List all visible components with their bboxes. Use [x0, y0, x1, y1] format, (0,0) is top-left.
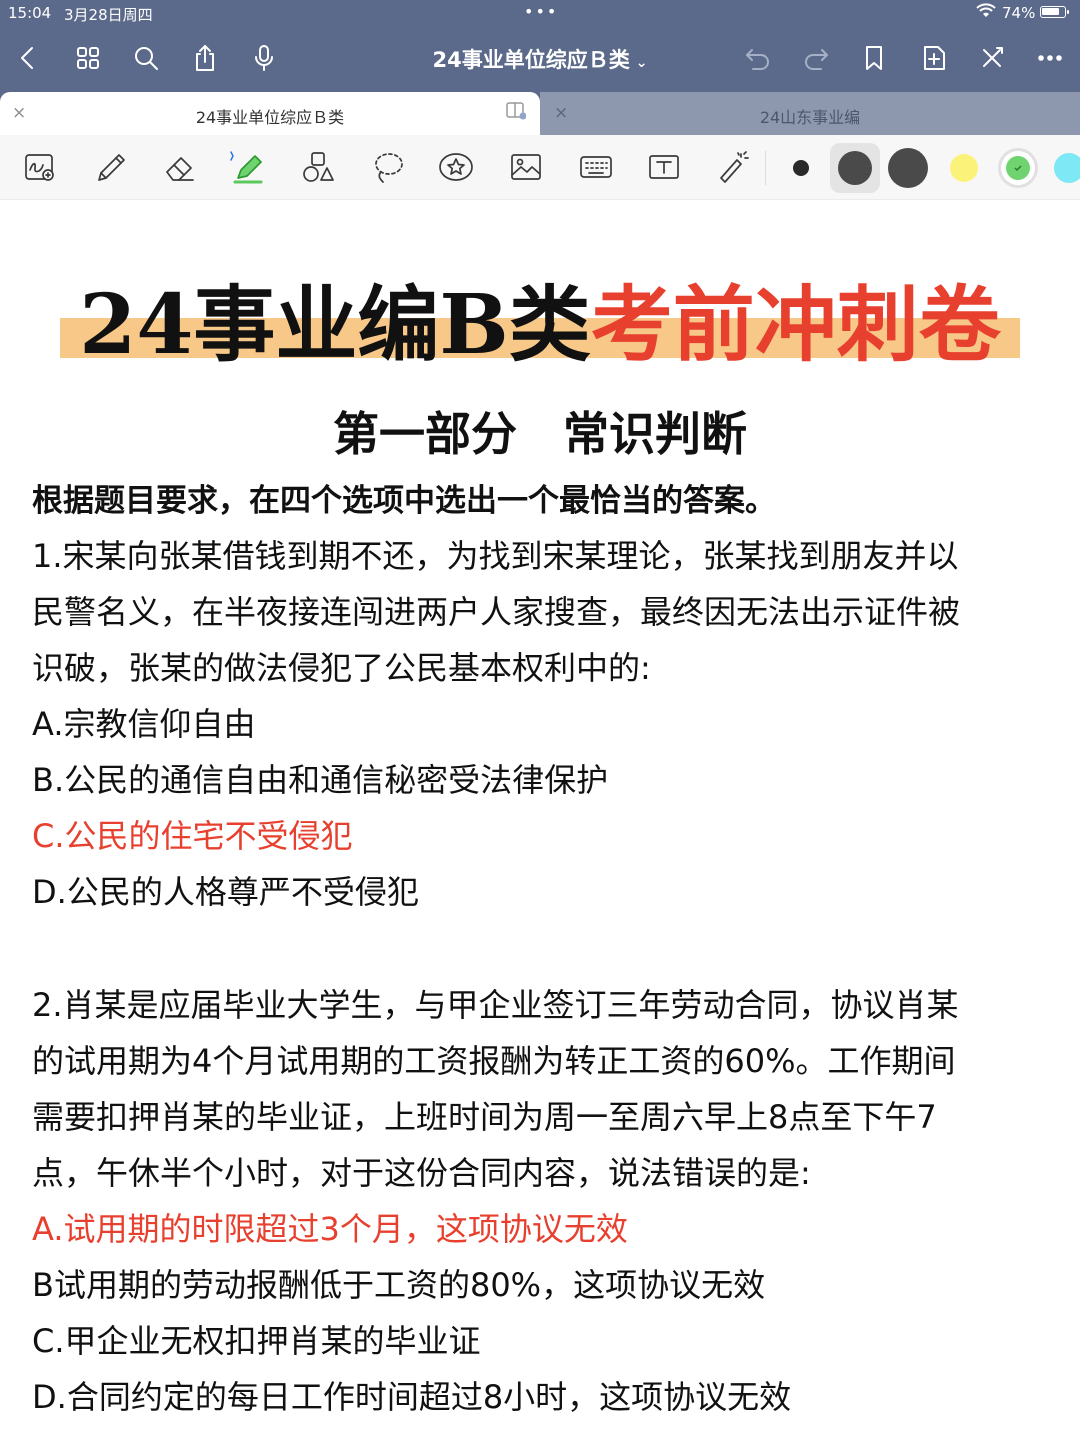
answer-option: C.甲企业无权扣押肖某的毕业证	[32, 1322, 481, 1360]
document-title: 24事业单位综应Ｂ类	[432, 48, 630, 72]
split-view-icon[interactable]	[506, 102, 526, 120]
chevron-down-icon: ⌄	[635, 55, 648, 71]
laser-pointer-icon[interactable]	[710, 147, 754, 187]
shapes-tool-icon[interactable]	[296, 147, 340, 187]
status-date: 3月28日周四	[64, 6, 153, 24]
app-chrome: 15:04 3月28日周四 ••• 74% 24事业单位综应Ｂ类 ⌄ × 24事…	[0, 0, 1080, 135]
handwriting-zoom-icon[interactable]	[18, 147, 62, 187]
question-text: 2.肖某是应届毕业大学生，与甲企业签订三年劳动合同，协议肖某	[32, 986, 959, 1024]
status-bar: 15:04 3月28日周四 ••• 74%	[0, 0, 1080, 28]
tab-label: 24事业单位综应Ｂ类	[195, 108, 345, 127]
battery-icon	[1040, 6, 1069, 18]
multitasking-dots[interactable]: •••	[524, 2, 558, 21]
microphone-icon[interactable]	[246, 40, 282, 76]
battery-percent: 74%	[1002, 4, 1036, 22]
wifi-icon	[976, 3, 996, 23]
grid-view-icon[interactable]	[70, 40, 106, 76]
section-title: 第一部分 常识判断	[333, 407, 747, 461]
add-page-icon[interactable]	[916, 40, 952, 76]
tab-inactive-document[interactable]: × 24山东事业编	[540, 92, 1080, 135]
text-box-tool-icon[interactable]	[642, 147, 686, 187]
answer-option: B.公民的通信自由和通信秘密受法律保护	[32, 761, 609, 799]
bookmark-icon[interactable]	[856, 40, 892, 76]
stroke-size-small[interactable]	[793, 160, 809, 176]
color-swatch-yellow[interactable]	[950, 154, 978, 182]
question-text: 需要扣押肖某的毕业证，上班时间为周一至周六早上8点至下午7	[32, 1098, 937, 1136]
close-sidebar-icon[interactable]	[974, 40, 1010, 76]
question-text: 民警名义，在半夜接连闯进两户人家搜查，最终因无法出示证件被	[32, 593, 961, 631]
page-title-part2: 考前冲刺卷	[590, 277, 1001, 373]
search-icon[interactable]	[128, 40, 164, 76]
status-time: 15:04	[8, 4, 52, 22]
stroke-size-large[interactable]	[888, 148, 928, 188]
tab-label: 24山东事业编	[759, 108, 861, 127]
tab-bar: × 24事业单位综应Ｂ类 × 24山东事业编	[0, 92, 1080, 135]
question-text: 点，午休半个小时，对于这份合同内容，说法错误的是:	[32, 1154, 811, 1192]
answer-option: A.宗教信仰自由	[32, 705, 256, 743]
color-swatch-green[interactable]	[998, 148, 1038, 188]
image-tool-icon[interactable]	[504, 147, 548, 187]
question-text: 的试用期为4个月试用期的工资报酬为转正工资的60%。工作期间	[32, 1042, 956, 1080]
page-title-part1: 24事业编B类	[79, 277, 591, 373]
page-title: 24事业编B类考前冲刺卷	[0, 270, 1080, 380]
check-icon	[1014, 165, 1022, 172]
answer-option-correct: A.试用期的时限超过3个月，这项协议无效	[32, 1210, 628, 1248]
question-text: 识破，张某的做法侵犯了公民基本权利中的:	[32, 649, 651, 687]
back-icon[interactable]	[10, 40, 46, 76]
redo-icon[interactable]	[798, 40, 834, 76]
toolbar-divider	[765, 151, 766, 185]
answer-option: B试用期的劳动报酬低于工资的80%，这项协议无效	[32, 1266, 766, 1304]
keyboard-tool-icon[interactable]	[574, 147, 618, 187]
highlighter-tool-icon[interactable]	[226, 147, 270, 187]
instruction-text: 根据题目要求，在四个选项中选出一个最恰当的答案。	[32, 483, 776, 519]
sticker-tool-icon[interactable]	[434, 147, 478, 187]
more-options-icon[interactable]	[1032, 40, 1068, 76]
pen-tool-icon[interactable]	[88, 147, 132, 187]
stroke-size-medium[interactable]	[838, 151, 872, 185]
undo-icon[interactable]	[740, 40, 776, 76]
answer-option: D.合同约定的每日工作时间超过8小时，这项协议无效	[32, 1378, 792, 1416]
answer-option: D.公民的人格尊严不受侵犯	[32, 873, 419, 911]
question-text: 1.宋某向张某借钱到期不还，为找到宋某理论，张某找到朋友并以	[32, 537, 959, 575]
tab-active-document[interactable]: × 24事业单位综应Ｂ类	[0, 92, 540, 135]
share-icon[interactable]	[187, 40, 223, 76]
document-title-dropdown[interactable]: 24事业单位综应Ｂ类 ⌄	[380, 44, 700, 74]
nav-bar: 24事业单位综应Ｂ类 ⌄	[0, 30, 1080, 90]
eraser-tool-icon[interactable]	[158, 147, 202, 187]
answer-option-correct: C.公民的住宅不受侵犯	[32, 817, 353, 855]
color-swatch-cyan[interactable]	[1054, 153, 1080, 183]
lasso-tool-icon[interactable]	[366, 147, 410, 187]
